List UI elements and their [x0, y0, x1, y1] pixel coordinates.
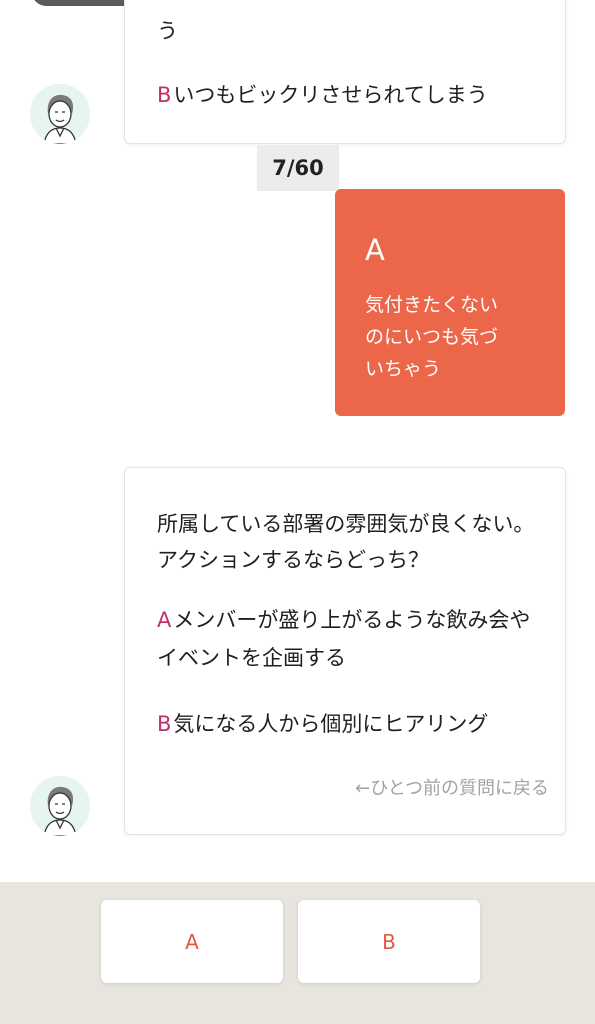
answer-a-button[interactable]: A [101, 900, 283, 983]
person-icon [30, 84, 90, 144]
answer-text-line: いちゃう [365, 358, 442, 380]
previous-question-link[interactable]: ←ひとつ前の質問に戻る [355, 774, 549, 800]
option-a-letter: A [157, 608, 172, 632]
question-line: アクションするならどっち？ [157, 548, 429, 572]
answer-text: 気付きたくない のにいつも気づ いちゃう [365, 289, 545, 385]
user-answer-bubble: A 気付きたくない のにいつも気づ いちゃう [335, 189, 565, 416]
progress-counter: 7/60 [257, 145, 339, 191]
option-a: Aメンバーが盛り上がるような飲み会や [157, 602, 530, 638]
answer-text-line: のにいつも気づ [365, 326, 499, 348]
option-a-continued: イベントを企画する [157, 646, 346, 670]
option-b-text: 気になる人から個別にヒアリング [173, 712, 489, 736]
person-icon [30, 776, 90, 836]
previous-question-partial: う [157, 19, 178, 43]
option-b-letter: B [157, 712, 172, 736]
advisor-avatar [30, 776, 90, 836]
option-b-letter: B [157, 83, 172, 107]
answer-footer: A B [0, 882, 595, 1024]
option-b-text: いつもビックリさせられてしまう [173, 83, 488, 107]
answer-text-line: 気付きたくない [365, 294, 499, 316]
option-b: B気になる人から個別にヒアリング [157, 706, 488, 742]
advisor-avatar [30, 84, 90, 144]
answer-b-button[interactable]: B [298, 900, 480, 983]
previous-question-bubble: う Bいつもビックリさせられてしまう [124, 0, 566, 144]
answer-letter: A [365, 233, 385, 267]
question-line: 所属している部署の雰囲気が良くない。 [157, 512, 535, 536]
current-question-bubble: 所属している部署の雰囲気が良くない。 アクションするならどっち？ Aメンバーが盛… [124, 467, 566, 835]
previous-option-b: Bいつもビックリさせられてしまう [157, 77, 488, 113]
option-a-text: メンバーが盛り上がるような飲み会や [173, 608, 531, 632]
